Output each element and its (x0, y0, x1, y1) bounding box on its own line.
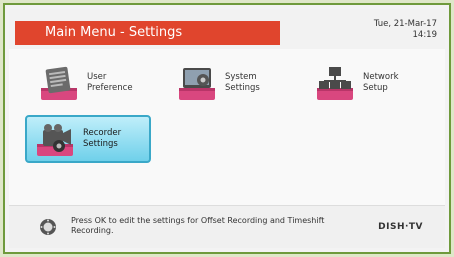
menu-item-label: User Preference (87, 72, 133, 93)
menu-item-user-preference[interactable]: User Preference (31, 61, 149, 105)
menu-item-label: Recorder Settings (83, 128, 122, 149)
system-settings-icon (179, 68, 215, 100)
network-setup-icon (317, 67, 353, 100)
help-text: Press OK to edit the settings for Offset… (71, 216, 325, 235)
page-title: Main Menu - Settings (15, 21, 280, 45)
time-label: 14:19 (412, 30, 438, 40)
recorder-settings-icon (37, 124, 73, 156)
menu-item-network-setup[interactable]: Network Setup (307, 61, 425, 105)
header: Main Menu - Settings Tue, 21-Mar-17 14:1… (9, 9, 445, 49)
menu-grid: User Preference System Settings Network … (9, 49, 445, 212)
settings-screen: Main Menu - Settings Tue, 21-Mar-17 14:1… (9, 9, 445, 248)
remote-ok-button-icon (40, 219, 56, 235)
datetime: Tue, 21-Mar-17 14:19 (374, 19, 437, 41)
tv-frame: Main Menu - Settings Tue, 21-Mar-17 14:1… (3, 3, 451, 254)
date-label: Tue, 21-Mar-17 (373, 19, 437, 29)
user-preference-icon (41, 66, 77, 100)
menu-item-recorder-settings[interactable]: Recorder Settings (25, 115, 151, 163)
menu-item-system-settings[interactable]: System Settings (169, 61, 287, 105)
brand-logo: DISH·TV (378, 222, 423, 232)
footer: Press OK to edit the settings for Offset… (9, 205, 445, 248)
menu-item-label: System Settings (225, 72, 260, 93)
menu-item-label: Network Setup (363, 72, 399, 93)
